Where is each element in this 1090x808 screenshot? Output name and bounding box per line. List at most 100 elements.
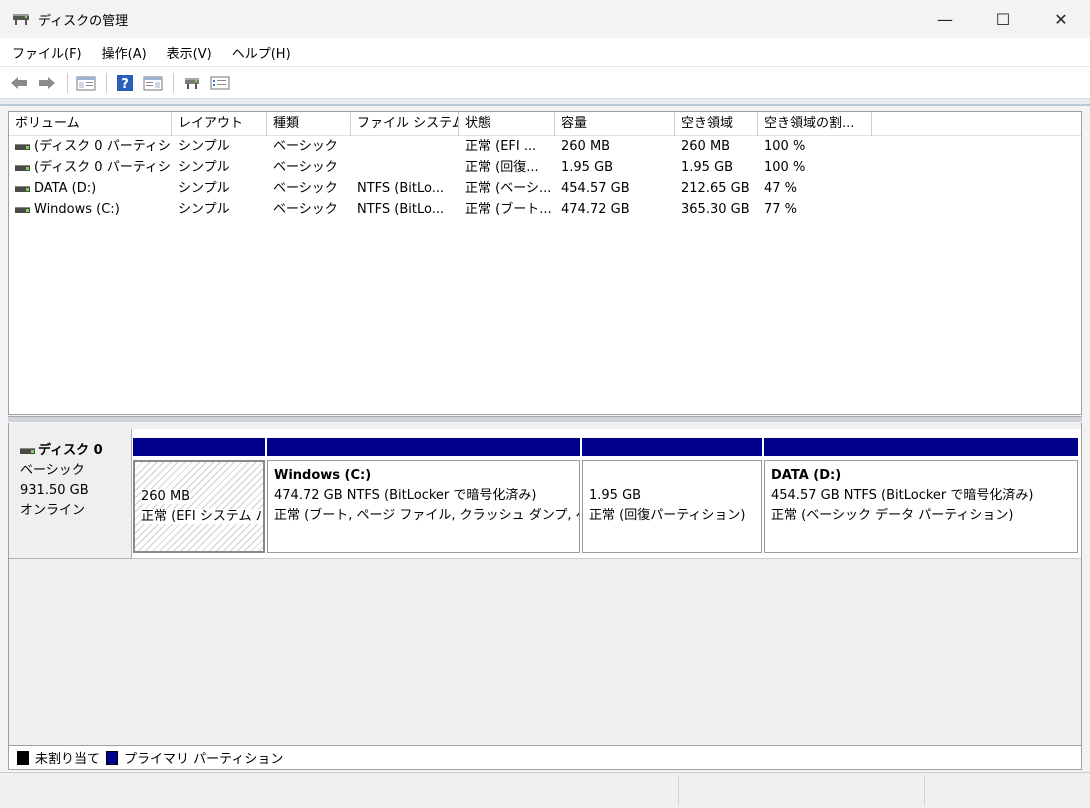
volume-name: (ディスク 0 パーティショ... (34, 139, 172, 154)
column-header-layout[interactable]: レイアウト (172, 112, 267, 136)
type-cell: ベーシック (273, 139, 338, 154)
properties-icon[interactable] (207, 71, 233, 95)
layout-cell: シンプル (178, 139, 230, 154)
volume-row[interactable]: DATA (D:) シンプル ベーシック NTFS (BitLo... 正常 (… (9, 178, 1081, 199)
percent-free-cell: 100 % (764, 160, 806, 175)
forward-arrow-icon[interactable] (34, 71, 60, 95)
disk-row: ディスク 0 ベーシック 931.50 GB オンライン 260 MB 正常 (… (9, 429, 1081, 559)
partition-status: 正常 (EFI システム パ (141, 509, 263, 524)
connect-icon[interactable] (179, 71, 205, 95)
partition-name: DATA (D:) (771, 468, 842, 483)
primary-partition-swatch (106, 750, 119, 765)
menu-file[interactable]: ファイル(F) (6, 43, 90, 62)
legend-unallocated: 未割り当て (35, 752, 101, 767)
free-space-cell: 1.95 GB (681, 160, 734, 175)
primary-partition-bar (267, 438, 580, 456)
partition-windows-body: Windows (C:) 474.72 GB NTFS (BitLocker で… (267, 460, 580, 553)
disk-icon (20, 447, 35, 454)
toolbar-separator (106, 72, 107, 93)
status-cell: 正常 (回復... (465, 160, 539, 175)
column-header-type[interactable]: 種類 (267, 112, 351, 136)
status-segment (924, 775, 1084, 805)
toolbar-separator (67, 72, 68, 93)
partition-size: 454.57 GB NTFS (BitLocker で暗号化済み) (771, 488, 1034, 503)
drive-icon (15, 164, 30, 171)
volume-cell: Windows (C:) (9, 199, 172, 220)
column-header-volume[interactable]: ボリューム (9, 112, 172, 136)
back-arrow-icon[interactable] (6, 71, 32, 95)
filesystem-cell (351, 157, 459, 178)
capacity-cell: 1.95 GB (561, 160, 614, 175)
disk-size: 931.50 GB (20, 483, 89, 498)
partition-status: 正常 (ベーシック データ パーティション) (771, 508, 1014, 523)
status-cell: 正常 (ベーシ... (465, 181, 552, 196)
show-action-pane-icon[interactable] (140, 71, 166, 95)
close-button[interactable]: ✕ (1032, 0, 1090, 38)
menu-bar: ファイル(F) 操作(A) 表示(V) ヘルプ(H) (0, 38, 1090, 67)
layout-cell: シンプル (178, 181, 230, 196)
partition-size: 474.72 GB NTFS (BitLocker で暗号化済み) (274, 488, 537, 503)
volume-list[interactable]: ボリューム レイアウト 種類 ファイル システム 状態 容量 空き領域 空き領域… (8, 111, 1082, 415)
primary-partition-bar (133, 438, 265, 456)
toolbar-separator (173, 72, 174, 93)
free-space-cell: 260 MB (681, 139, 731, 154)
menu-view[interactable]: 表示(V) (161, 43, 220, 62)
filesystem-cell: NTFS (BitLo... (357, 202, 445, 217)
volume-cell: (ディスク 0 パーティショ... (9, 136, 172, 157)
partition-status: 正常 (回復パーティション) (589, 508, 746, 523)
column-header-capacity[interactable]: 容量 (555, 112, 675, 136)
help-icon[interactable]: ? (112, 71, 138, 95)
volume-cell: DATA (D:) (9, 178, 172, 199)
volume-row[interactable]: (ディスク 0 パーティショ... シンプル ベーシック 正常 (EFI ...… (9, 136, 1081, 157)
percent-free-cell: 77 % (764, 202, 798, 217)
title-bar: ディスクの管理 — ☐ ✕ (0, 0, 1090, 38)
type-cell: ベーシック (273, 202, 338, 217)
filesystem-cell (351, 136, 459, 157)
legend: 未割り当て プライマリ パーティション (8, 745, 1082, 770)
partition-recovery[interactable]: 1.95 GB 正常 (回復パーティション) (582, 438, 762, 553)
menu-action[interactable]: 操作(A) (96, 43, 155, 62)
partition-name: Windows (C:) (274, 468, 372, 483)
disk-label[interactable]: ディスク 0 ベーシック 931.50 GB オンライン (9, 429, 132, 559)
layout-cell: シンプル (178, 202, 230, 217)
capacity-cell: 474.72 GB (561, 202, 630, 217)
minimize-button[interactable]: — (916, 0, 974, 38)
partition-data-d[interactable]: DATA (D:) 454.57 GB NTFS (BitLocker で暗号化… (764, 438, 1078, 553)
capacity-cell: 454.57 GB (561, 181, 630, 196)
partition-efi-body: 260 MB 正常 (EFI システム パ (133, 460, 265, 553)
disk-name: ディスク 0 (38, 443, 103, 458)
partition-windows-c[interactable]: Windows (C:) 474.72 GB NTFS (BitLocker で… (267, 438, 580, 553)
disk-status: オンライン (20, 503, 86, 518)
pane-splitter[interactable] (8, 416, 1082, 422)
partition-size: 260 MB (141, 489, 191, 504)
column-header-free-space[interactable]: 空き領域 (675, 112, 758, 136)
disk-graphical-view: ディスク 0 ベーシック 931.50 GB オンライン 260 MB 正常 (… (8, 423, 1082, 745)
capacity-cell: 260 MB (561, 139, 611, 154)
percent-free-cell: 47 % (764, 181, 798, 196)
volume-name: DATA (D:) (34, 181, 97, 196)
column-header-percent-free[interactable]: 空き領域の割... (758, 112, 872, 136)
partition-size: 1.95 GB (589, 488, 642, 503)
volume-row[interactable]: (ディスク 0 パーティショ... シンプル ベーシック 正常 (回復... 1… (9, 157, 1081, 178)
layout-cell: シンプル (178, 160, 230, 175)
filesystem-cell: NTFS (BitLo... (357, 181, 445, 196)
show-hide-console-tree-icon[interactable] (73, 71, 99, 95)
disk-management-icon (12, 12, 30, 26)
legend-primary: プライマリ パーティション (124, 752, 284, 767)
primary-partition-bar (582, 438, 762, 456)
menu-help[interactable]: ヘルプ(H) (226, 43, 299, 62)
free-space-cell: 365.30 GB (681, 202, 750, 217)
column-header-status[interactable]: 状態 (459, 112, 555, 136)
free-space-cell: 212.65 GB (681, 181, 750, 196)
primary-partition-bar (764, 438, 1078, 456)
column-header-filesystem[interactable]: ファイル システム (351, 112, 459, 136)
status-cell: 正常 (ブート... (465, 202, 552, 217)
volume-cell: (ディスク 0 パーティショ... (9, 157, 172, 178)
maximize-button[interactable]: ☐ (974, 0, 1032, 38)
volume-name: (ディスク 0 パーティショ... (34, 160, 172, 175)
pane-frame (0, 99, 1090, 106)
partition-efi[interactable]: 260 MB 正常 (EFI システム パ (133, 438, 265, 553)
volume-row[interactable]: Windows (C:) シンプル ベーシック NTFS (BitLo... 正… (9, 199, 1081, 220)
status-cell: 正常 (EFI ... (465, 139, 537, 154)
unallocated-swatch (17, 750, 29, 765)
